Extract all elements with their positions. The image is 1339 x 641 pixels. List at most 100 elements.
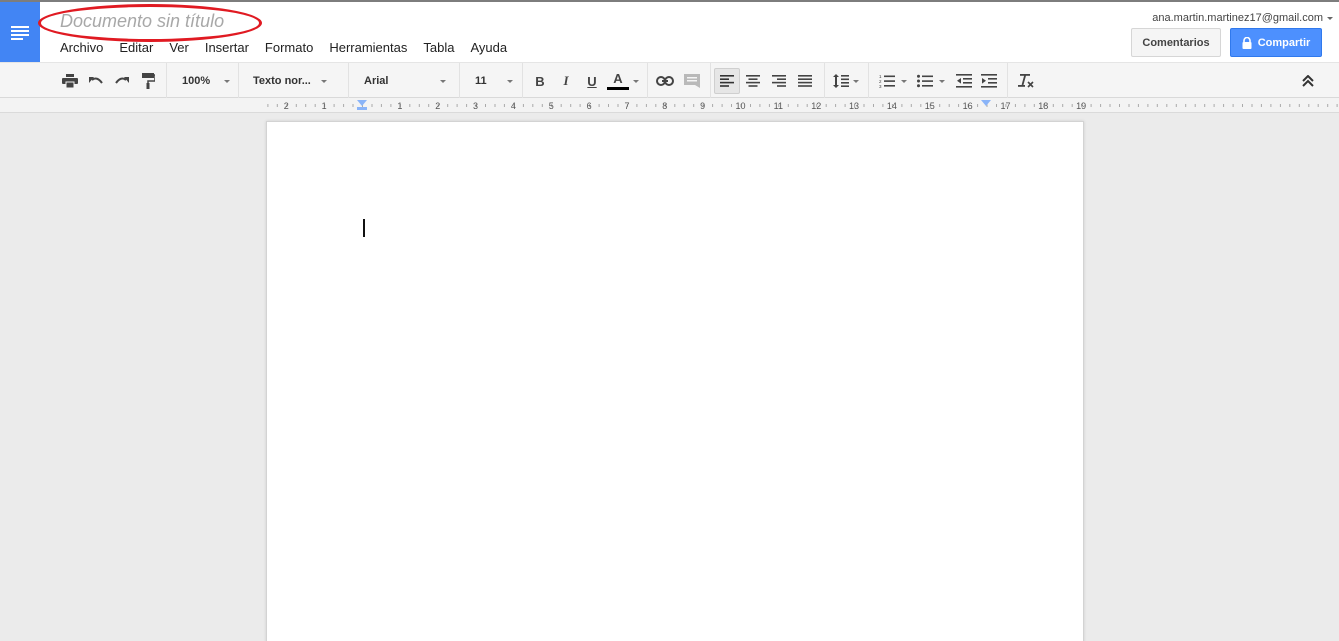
ruler-tick [910, 104, 912, 107]
bold-button[interactable]: B [529, 68, 551, 94]
paint-format-button[interactable] [136, 68, 160, 94]
account-caret-icon[interactable] [1327, 17, 1333, 20]
collapse-toolbar-button[interactable] [1296, 68, 1320, 94]
insert-link-button[interactable] [653, 68, 677, 94]
document-title[interactable]: Documento sin título [60, 11, 224, 32]
italic-icon: I [563, 73, 569, 88]
paragraph-style-value: Texto nor... [253, 75, 311, 87]
ruler-tick [873, 104, 874, 107]
right-indent-marker-icon[interactable] [981, 100, 991, 106]
menu-formato[interactable]: Formato [265, 40, 313, 55]
lock-icon [1242, 36, 1252, 49]
ruler-tick [1204, 104, 1206, 107]
ruler-tick [674, 104, 676, 107]
insert-comment-button[interactable] [680, 68, 704, 94]
menu-editar[interactable]: Editar [119, 40, 153, 55]
share-button[interactable]: Compartir [1230, 28, 1322, 57]
collapse-toolbar-icon [1302, 75, 1314, 87]
align-center-button[interactable] [740, 68, 766, 94]
text-color-icon: A [607, 72, 629, 90]
ruler-tick [1090, 104, 1092, 107]
ruler-tick [570, 104, 572, 107]
increase-indent-button[interactable] [977, 68, 1001, 94]
menu-insertar[interactable]: Insertar [205, 40, 249, 55]
undo-button[interactable] [84, 68, 108, 94]
underline-button[interactable]: U [581, 68, 603, 94]
ruler-tick [295, 104, 297, 107]
first-line-indent-marker-icon[interactable] [357, 107, 367, 110]
docs-home-button[interactable] [0, 2, 40, 62]
ruler-tick [958, 104, 960, 107]
decrease-indent-button[interactable] [952, 68, 976, 94]
ruler-tick [1119, 104, 1120, 107]
align-left-button[interactable] [714, 68, 740, 94]
ruler-tick [939, 104, 941, 107]
ruler-tick [1308, 104, 1310, 107]
ruler-tick [882, 104, 884, 107]
text-color-swatch [607, 87, 629, 90]
font-size-select[interactable]: 11 [475, 68, 515, 94]
align-right-button[interactable] [766, 68, 792, 94]
ruler-tick [1317, 104, 1319, 107]
account-email[interactable]: ana.martin.martinez17@gmail.com [1152, 12, 1323, 24]
ruler-tick [333, 104, 335, 107]
comments-button[interactable]: Comentarios [1131, 28, 1221, 57]
left-indent-marker-icon[interactable] [357, 100, 367, 106]
menu-tabla[interactable]: Tabla [423, 40, 454, 55]
menu-herramientas[interactable]: Herramientas [329, 40, 407, 55]
font-caret-icon [440, 79, 446, 83]
ruler-tick [787, 104, 789, 107]
menu-archivo[interactable]: Archivo [60, 40, 103, 55]
font-size-value: 11 [475, 75, 487, 87]
formatting-toolbar: 100% Texto nor... Arial 11 B I U A 1 2 3 [0, 62, 1339, 98]
clear-formatting-button[interactable] [1014, 68, 1038, 94]
zoom-select[interactable]: 100% [182, 68, 232, 94]
numbered-list-button[interactable]: 1 2 3 [876, 68, 910, 94]
align-center-icon [746, 75, 760, 87]
toolbar-separator [166, 63, 167, 98]
ruler-tick [1156, 104, 1158, 107]
ruler-tick [948, 104, 950, 107]
font-family-select[interactable]: Arial [364, 68, 448, 94]
redo-button[interactable] [110, 68, 134, 94]
ruler-tick [267, 104, 269, 107]
ruler-tick [428, 104, 430, 107]
ruler-label: 2 [435, 101, 440, 111]
paragraph-style-select[interactable]: Texto nor... [253, 68, 337, 94]
line-spacing-caret-icon [853, 79, 859, 83]
decrease-indent-icon [956, 74, 972, 88]
menu-ayuda[interactable]: Ayuda [470, 40, 507, 55]
ruler-tick [352, 104, 354, 107]
ruler-tick [1298, 104, 1300, 107]
ruler-tick [1128, 104, 1130, 107]
text-color-button[interactable]: A [605, 68, 641, 94]
ruler-tick [1109, 104, 1111, 107]
ruler-tick [645, 104, 647, 107]
ruler-tick [494, 104, 496, 107]
ruler-tick [1213, 104, 1215, 107]
link-icon [656, 76, 674, 86]
bulleted-list-button[interactable] [914, 68, 948, 94]
ruler-tick [305, 104, 307, 107]
print-button[interactable] [58, 68, 82, 94]
menu-bar: Archivo Editar Ver Insertar Formato Herr… [60, 40, 523, 55]
document-page[interactable] [266, 121, 1084, 641]
ruler-tick [1270, 104, 1272, 107]
ruler-tick [1100, 104, 1102, 107]
horizontal-ruler[interactable]: 2 1 1 2 3 4 5 6 7 8 9 10 11 12 13 14 15 16 17 18 19 [0, 98, 1339, 113]
menu-ver[interactable]: Ver [169, 40, 189, 55]
toolbar-separator [647, 63, 648, 98]
line-spacing-button[interactable] [830, 68, 862, 94]
clear-formatting-icon [1018, 74, 1034, 88]
ruler-tick [1052, 104, 1054, 107]
svg-text:3: 3 [879, 84, 882, 88]
ruler-tick [712, 104, 714, 107]
undo-icon [89, 77, 103, 84]
ruler-tick [1137, 104, 1139, 107]
ruler-label: 6 [587, 101, 592, 111]
justify-button[interactable] [792, 68, 818, 94]
ruler-tick [1071, 104, 1073, 107]
ruler-label: 4 [511, 101, 516, 111]
italic-button[interactable]: I [555, 68, 577, 94]
ruler-tick [418, 104, 420, 107]
